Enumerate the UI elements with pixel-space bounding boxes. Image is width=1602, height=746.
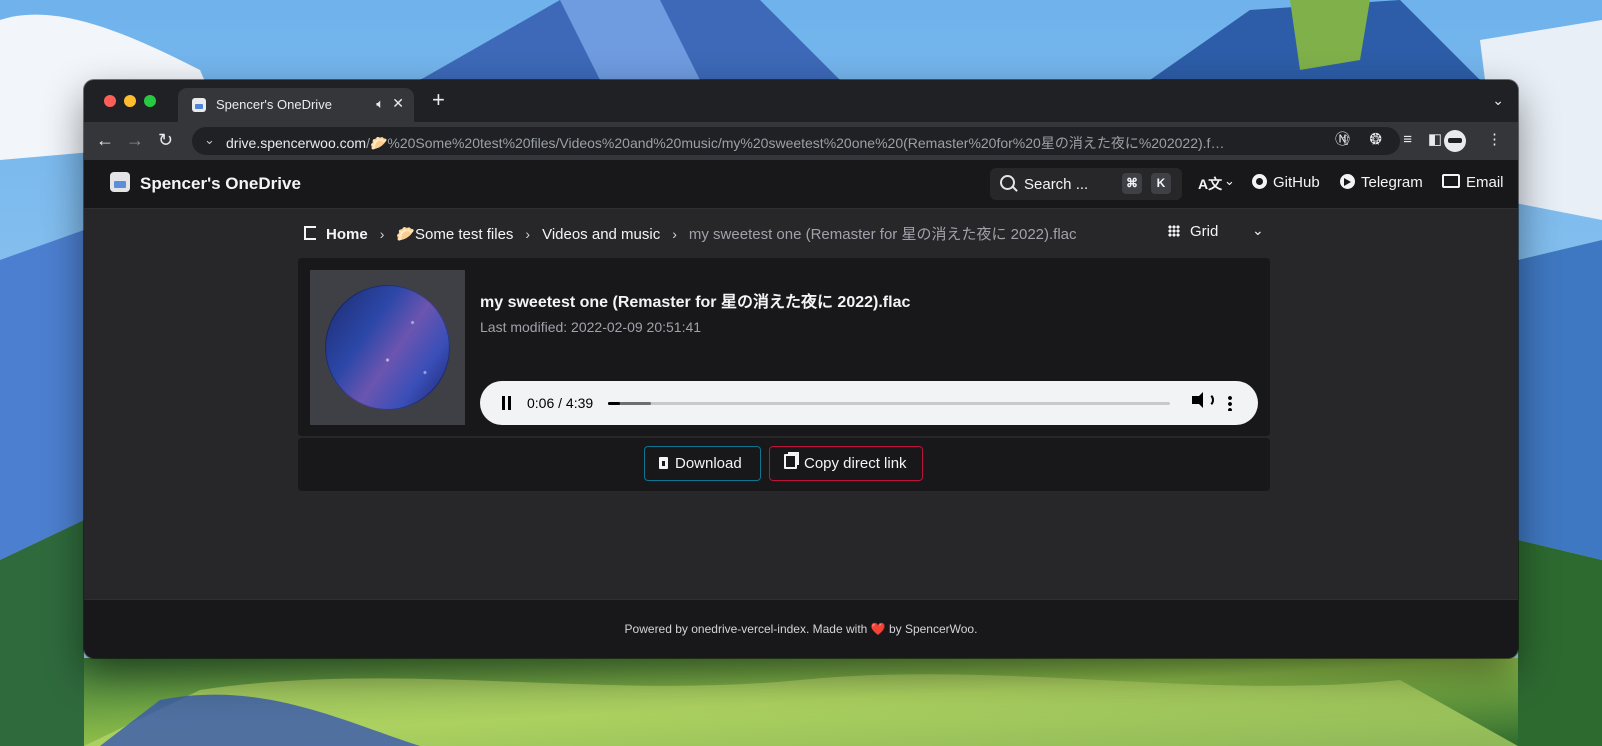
envelope-icon xyxy=(1442,174,1460,188)
browser-tab-active[interactable]: Spencer's OneDrive 🔈︎ ✕ xyxy=(178,88,414,122)
github-icon xyxy=(1252,174,1267,189)
search-icon xyxy=(1000,175,1015,190)
close-window-button[interactable] xyxy=(104,95,116,107)
layout-switcher[interactable]: Grid xyxy=(1168,223,1218,240)
shortcut-k-key: K xyxy=(1151,173,1171,194)
site-logo-icon[interactable] xyxy=(110,172,130,192)
breadcrumb: Home › 🥟Some test files › Videos and music › m… xyxy=(304,223,1077,244)
site-header: Spencer's OneDrive Search ... ⌘ K A文 ⌄ G… xyxy=(84,160,1518,209)
layout-label: Grid xyxy=(1190,223,1219,240)
github-link[interactable]: GitHub xyxy=(1252,174,1320,191)
download-button[interactable]: Download xyxy=(644,446,761,481)
chevron-right-icon: › xyxy=(379,226,385,242)
playback-time: 0:06 / 4:39 xyxy=(527,395,594,411)
download-label: Download xyxy=(675,455,742,472)
close-tab-icon[interactable]: ✕ xyxy=(392,95,404,112)
telegram-label: Telegram xyxy=(1361,174,1423,191)
language-switcher-icon[interactable]: A文 xyxy=(1198,174,1222,194)
last-modified: Last modified: 2022-02-09 20:51:41 xyxy=(480,319,702,335)
breadcrumb-some-test-files[interactable]: 🥟Some test files xyxy=(396,226,513,243)
pause-icon[interactable] xyxy=(501,396,511,410)
site-info-chevron-icon[interactable]: ⌄ xyxy=(204,132,215,148)
site-footer: Powered by onedrive-vercel-index. Made w… xyxy=(84,599,1518,658)
copy-link-label: Copy direct link xyxy=(804,455,907,472)
volume-icon[interactable] xyxy=(1192,392,1214,408)
url-path: /🥟%20Some%20test%20files/Videos%20and%20… xyxy=(366,135,1226,151)
back-arrow-icon[interactable]: ← xyxy=(96,130,114,150)
tab-title: Spencer's OneDrive xyxy=(216,97,332,112)
notion-extension-icon[interactable]: Ⓝ xyxy=(1335,131,1350,149)
tab-search-chevron-icon[interactable]: ⌄ xyxy=(1492,92,1504,109)
side-panel-icon[interactable]: ◧ xyxy=(1428,131,1442,149)
new-tab-button[interactable]: + xyxy=(432,89,445,111)
file-download-icon xyxy=(659,457,668,469)
breadcrumb-current-file[interactable]: my sweetest one (Remaster for 星の消えた夜に 20… xyxy=(689,226,1077,243)
breadcrumb-home[interactable]: Home xyxy=(326,226,368,243)
copy-direct-link-button[interactable]: Copy direct link xyxy=(769,446,923,481)
audio-preview-card: my sweetest one (Remaster for 星の消えた夜に 20… xyxy=(298,258,1270,436)
email-link[interactable]: Email xyxy=(1442,174,1504,191)
copy-icon xyxy=(784,454,797,469)
album-cover xyxy=(310,270,465,425)
tab-strip: Spencer's OneDrive 🔈︎ ✕ + ⌄ xyxy=(84,80,1518,122)
search-placeholder: Search ... xyxy=(1024,176,1089,193)
search-button[interactable]: Search ... ⌘ K xyxy=(990,168,1182,200)
github-label: GitHub xyxy=(1273,174,1320,191)
layout-chevron-down-icon[interactable]: ⌄ xyxy=(1252,222,1264,239)
browser-toolbar: ← → ↻ ⌄ drive.spencerwoo.com/🥟%20Some%20… xyxy=(84,122,1518,160)
media-controls-icon[interactable]: ≡ xyxy=(1403,131,1412,149)
minimize-window-button[interactable] xyxy=(124,95,136,107)
maximize-window-button[interactable] xyxy=(144,95,156,107)
site-favicon-icon xyxy=(192,98,206,112)
flag-icon xyxy=(304,226,316,240)
address-bar[interactable]: ⌄ drive.spencerwoo.com/🥟%20Some%20test%2… xyxy=(192,127,1400,155)
file-name: my sweetest one (Remaster for 星の消えた夜に 20… xyxy=(480,294,911,311)
profile-avatar[interactable] xyxy=(1444,130,1466,152)
breadcrumb-videos-and-music[interactable]: Videos and music xyxy=(542,226,660,243)
audio-player: 0:06 / 4:39 xyxy=(480,381,1258,425)
url-host: drive.spencerwoo.com xyxy=(226,135,367,151)
telegram-icon xyxy=(1340,174,1355,189)
main-content: Home › 🥟Some test files › Videos and music › m… xyxy=(84,209,1518,599)
telegram-link[interactable]: Telegram xyxy=(1340,174,1423,191)
played-range xyxy=(608,402,620,405)
more-options-icon[interactable] xyxy=(1228,395,1232,411)
reload-icon[interactable]: ↻ xyxy=(158,130,173,150)
language-chevron-down-icon[interactable]: ⌄ xyxy=(1224,173,1235,189)
chevron-right-icon: › xyxy=(525,226,531,242)
speaker-icon[interactable]: 🔈︎ xyxy=(376,96,384,112)
site-title[interactable]: Spencer's OneDrive xyxy=(140,174,301,194)
footer-text: Powered by onedrive-vercel-index. Made w… xyxy=(624,622,978,636)
browser-menu-icon[interactable]: ⋮ xyxy=(1487,131,1502,149)
extensions-puzzle-icon[interactable]: ❂ xyxy=(1369,131,1382,149)
grid-icon xyxy=(1168,225,1180,237)
seek-bar[interactable] xyxy=(608,402,1170,405)
file-actions-bar: Download Copy direct link xyxy=(298,438,1270,491)
shortcut-cmd-key: ⌘ xyxy=(1122,173,1142,194)
chevron-right-icon: › xyxy=(672,226,677,242)
email-label: Email xyxy=(1466,174,1504,191)
url-text[interactable]: drive.spencerwoo.com/🥟%20Some%20test%20f… xyxy=(226,133,1226,153)
album-art-disc xyxy=(325,285,450,410)
browser-window: Spencer's OneDrive 🔈︎ ✕ + ⌄ ← → ↻ ⌄ driv… xyxy=(84,80,1518,658)
forward-arrow-icon[interactable]: → xyxy=(126,130,144,150)
